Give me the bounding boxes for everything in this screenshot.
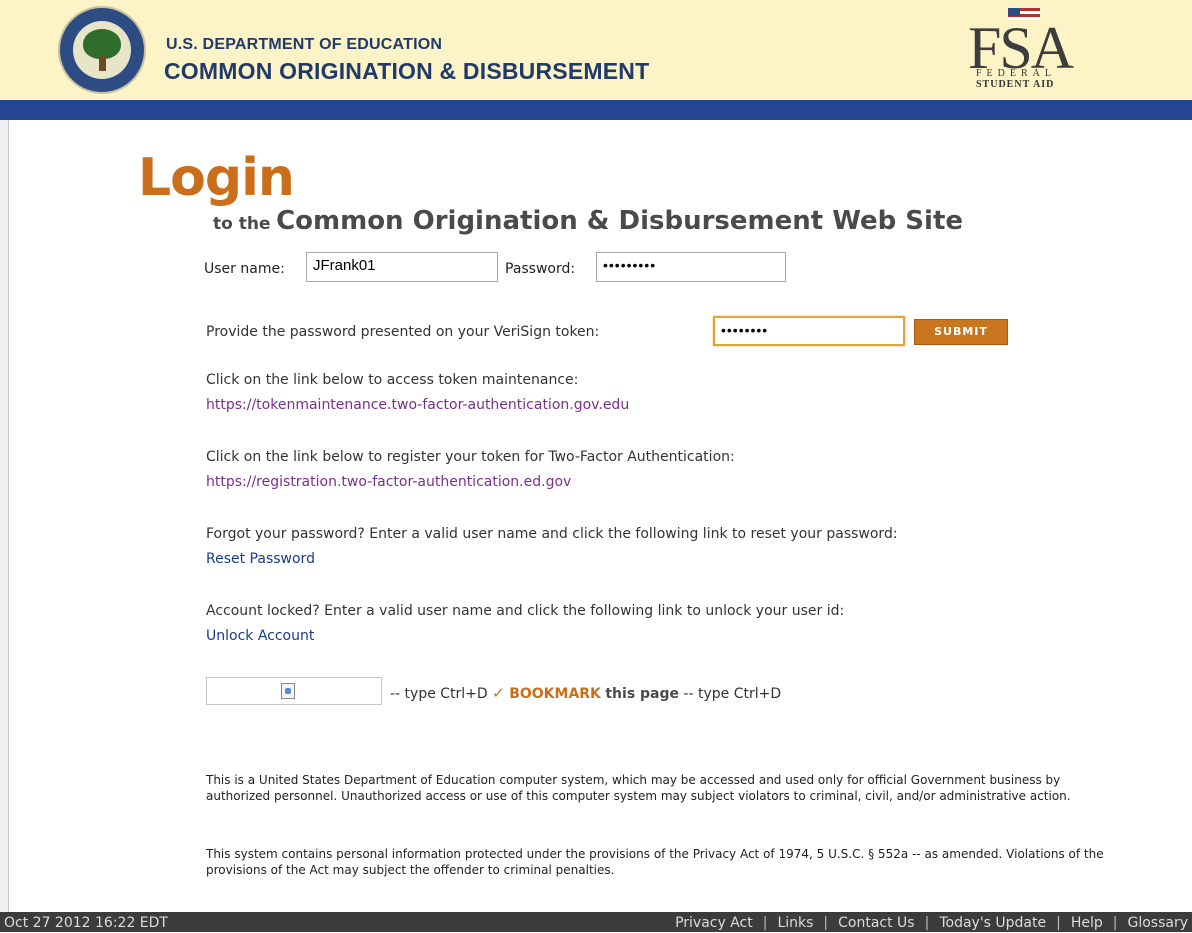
footer-link-contact-us[interactable]: Contact Us — [838, 915, 914, 931]
government-use-notice: This is a United States Department of Ed… — [206, 773, 1071, 803]
fsa-federal: FEDERAL — [976, 68, 1056, 79]
fsa-logo: FSA FEDERAL STUDENT AID — [966, 8, 1088, 94]
timestamp: Oct 27 2012 16:22 EDT — [4, 915, 168, 931]
footer-link-links[interactable]: Links — [777, 915, 813, 931]
flag-icon — [1008, 8, 1040, 20]
left-border — [0, 120, 9, 912]
bookmark-suffix: -- type Ctrl+D — [683, 686, 782, 702]
password-label: Password: — [505, 261, 576, 277]
account-locked-text: Account locked? Enter a valid user name … — [206, 603, 845, 619]
department-seal-icon — [58, 6, 146, 94]
bookmark-prefix: -- type Ctrl+D — [390, 686, 488, 702]
bookmark-image-box — [206, 677, 382, 705]
footer-link-glossary[interactable]: Glossary — [1127, 915, 1188, 931]
token-maintenance-link[interactable]: https://tokenmaintenance.two-factor-auth… — [206, 397, 629, 413]
department-name: U.S. DEPARTMENT OF EDUCATION — [166, 36, 443, 53]
subtitle-main: Common Origination & Disbursement Web Si… — [276, 206, 964, 236]
footer-bar: Oct 27 2012 16:22 EDT Privacy Act | Links |… — [0, 912, 1192, 932]
register-text: Click on the link below to register your… — [206, 449, 735, 465]
privacy-act-notice: This system contains personal informatio… — [206, 847, 1104, 877]
username-label: User name: — [204, 261, 285, 277]
username-input[interactable]: JFrank01 — [306, 252, 498, 282]
system-name: COMMON ORIGINATION & DISBURSEMENT — [164, 58, 650, 84]
unlock-account-link[interactable]: Unlock Account — [206, 628, 314, 644]
reset-password-link[interactable]: Reset Password — [206, 551, 315, 567]
bookmark-line: -- type Ctrl+D ✓ BOOKMARK this page -- t… — [390, 684, 781, 702]
bookmark-link[interactable]: BOOKMARK — [509, 686, 601, 702]
token-registration-link[interactable]: https://registration.two-factor-authenti… — [206, 474, 571, 490]
subtitle-prefix: to the — [213, 214, 271, 234]
page-title: Login — [138, 148, 295, 208]
submit-button[interactable]: SUBMIT — [914, 319, 1008, 345]
header-divider-bar — [0, 100, 1192, 120]
maintenance-text: Click on the link below to access token … — [206, 372, 579, 388]
footer-link-privacy-act[interactable]: Privacy Act — [675, 915, 753, 931]
footer-link-help[interactable]: Help — [1071, 915, 1103, 931]
site-header: U.S. DEPARTMENT OF EDUCATION COMMON ORIG… — [0, 0, 1192, 101]
fsa-student-aid: STUDENT AID — [976, 79, 1055, 90]
forgot-password-text: Forgot your password? Enter a valid user… — [206, 526, 898, 542]
token-label: Provide the password presented on your V… — [206, 324, 600, 340]
footer-nav: Privacy Act | Links | Contact Us | Today's Upd… — [675, 915, 1188, 931]
footer-link-todays-update[interactable]: Today's Update — [939, 915, 1046, 931]
token-input[interactable]: •••••••• — [713, 316, 905, 346]
broken-image-icon — [281, 683, 295, 699]
check-icon: ✓ — [492, 684, 505, 702]
page-subtitle: to the Common Origination & Disbursement… — [213, 206, 963, 236]
bookmark-this-page[interactable]: this page — [605, 686, 679, 702]
password-input[interactable]: ••••••••• — [596, 252, 786, 282]
